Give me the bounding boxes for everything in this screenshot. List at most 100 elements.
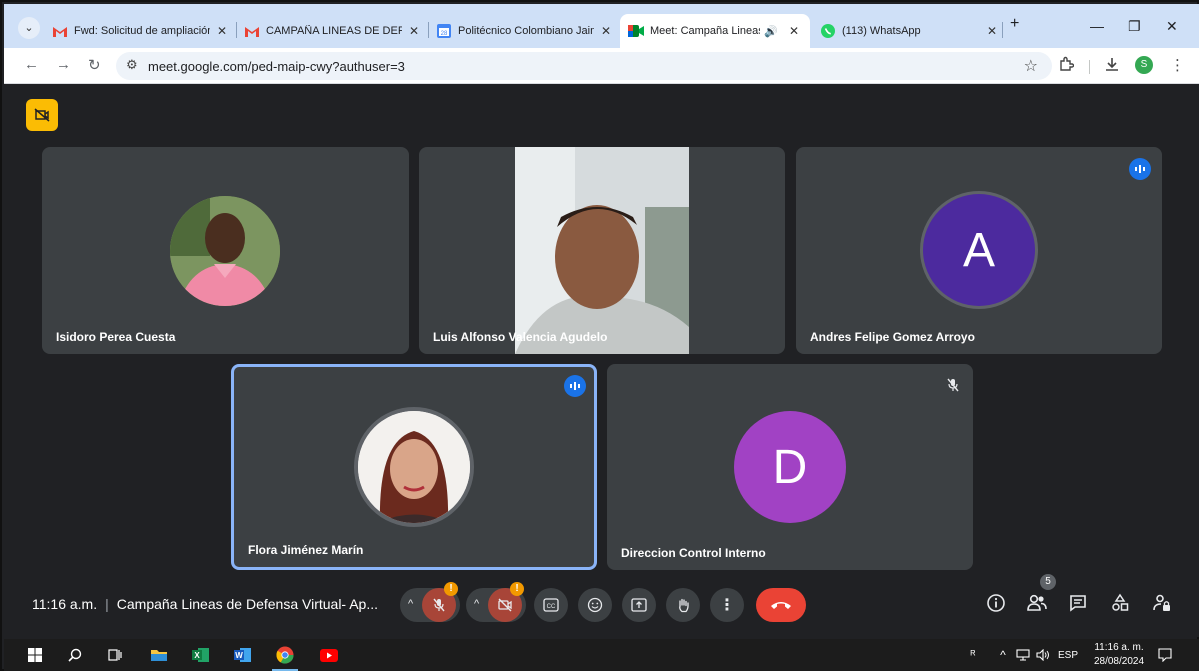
end-call-icon [771,602,791,609]
minimize-button[interactable]: — [1090,18,1104,34]
participant-tile[interactable]: Isidoro Perea Cuesta [42,147,409,354]
leave-call-button[interactable] [756,588,806,622]
close-tab-icon[interactable]: ✕ [406,24,422,38]
browser-toolbar: ← → ↻ ⚙ meet.google.com/ped-maip-cwy?aut… [4,48,1199,84]
screen: ⌄ Fwd: Solicitud de ampliación ✕ CAMPAÑA… [0,0,1199,671]
participant-name: Luis Alfonso Valencia Agudelo [433,330,608,344]
extensions-icon[interactable] [1058,56,1075,76]
mic-control-group[interactable]: ^ ! [400,582,460,622]
svg-text:CC: CC [547,604,556,610]
address-bar[interactable]: ⚙ meet.google.com/ped-maip-cwy?authuser=… [116,52,1052,80]
tab-title: (113) WhatsApp [842,25,921,37]
youtube-icon[interactable] [320,646,338,664]
meeting-info: 11:16 a.m. | Campaña Lineas de Defensa Vir… [32,596,379,612]
notifications-icon[interactable] [1156,646,1174,664]
participant-tile[interactable]: Luis Alfonso Valencia Agudelo [419,147,785,354]
svg-text:28: 28 [441,31,448,37]
hand-icon [679,598,689,613]
gmail-icon [244,23,260,39]
profile-avatar[interactable]: S [1135,56,1153,74]
info-icon [987,594,1005,612]
svg-text:W: W [235,651,243,660]
tab-gmail-campana[interactable]: CAMPAÑA LINEAS DE DEFEN ✕ [244,17,422,45]
downloads-icon[interactable] [1104,56,1120,76]
participant-photo [170,196,280,306]
chat-button[interactable] [1068,593,1088,618]
reactions-button[interactable] [578,588,612,622]
host-controls-button[interactable] [1152,593,1172,618]
input-language[interactable]: ESP [1058,650,1078,661]
close-window-button[interactable]: ✕ [1166,18,1178,35]
calendar-icon: 28 [436,23,452,39]
recording-icon[interactable] [26,99,58,131]
word-icon[interactable]: W [234,646,252,664]
raise-hand-button[interactable] [666,588,700,622]
participant-tile[interactable]: D Direccion Control Interno [607,364,973,570]
tab-title: Politécnico Colombiano Jaim [458,25,594,37]
captions-button[interactable]: CC [534,588,568,622]
tab-audio-icon[interactable]: 🔊 [764,25,778,38]
site-info-icon[interactable]: ⚙ [126,57,138,73]
meeting-controls: 11:16 a.m. | Campaña Lineas de Defensa Vir… [4,574,1199,628]
mic-off-icon [433,598,445,612]
tab-calendar-politecnico[interactable]: 28 Politécnico Colombiano Jaim ✕ [436,17,614,45]
camera-off-icon [498,598,512,612]
chrome-icon[interactable] [276,646,294,664]
excel-icon[interactable]: X [192,646,210,664]
warning-badge: ! [510,582,524,596]
lock-person-icon [1153,594,1170,611]
chevron-up-icon[interactable]: ^ [994,646,1012,664]
tab-title: Meet: Campaña Lineas d [650,25,760,37]
tab-search-button[interactable]: ⌄ [18,17,40,39]
meet-icon [628,23,644,39]
bookmark-star-icon[interactable]: ☆ [1024,56,1038,76]
windows-start-icon[interactable] [26,646,44,664]
whatsapp-icon [820,23,836,39]
taskbar-date[interactable]: 28/08/2024 [1092,656,1146,667]
tab-whatsapp[interactable]: (113) WhatsApp ✕ [820,17,1000,45]
participant-name: Flora Jiménez Marín [248,543,364,557]
more-vert-icon: ⋮ [719,597,735,614]
chat-icon [1070,595,1086,612]
activities-button[interactable] [1110,593,1130,618]
present-screen-button[interactable] [622,588,656,622]
participant-tile-active[interactable]: Flora Jiménez Marín [231,364,597,570]
emoji-icon [587,597,603,613]
people-tray-icon[interactable]: ᴿ [964,646,982,664]
gmail-icon [52,23,68,39]
participant-name: Direccion Control Interno [621,546,766,560]
participant-video [515,147,689,354]
more-options-button[interactable]: ⋮ [710,588,744,622]
close-tab-icon[interactable]: ✕ [984,24,1000,38]
meeting-details-button[interactable] [986,593,1006,618]
browser-tab-strip: ⌄ Fwd: Solicitud de ampliación ✕ CAMPAÑA… [4,4,1199,48]
task-view-icon[interactable] [106,646,124,664]
close-tab-icon[interactable]: ✕ [786,24,802,38]
people-button[interactable] [1026,593,1048,618]
chevron-up-icon[interactable]: ^ [474,598,479,610]
tab-meet[interactable]: Meet: Campaña Lineas d 🔊 ✕ [620,14,810,48]
file-explorer-icon[interactable] [150,646,168,664]
browser-menu-icon[interactable]: ⋮ [1170,56,1185,74]
participant-tile[interactable]: A Andres Felipe Gomez Arroyo [796,147,1162,354]
search-icon[interactable] [66,646,84,664]
tab-title: Fwd: Solicitud de ampliación [74,25,210,37]
chevron-up-icon[interactable]: ^ [408,598,413,610]
people-icon [1027,594,1047,611]
forward-icon[interactable]: → [56,56,71,73]
tab-title: CAMPAÑA LINEAS DE DEFEN [266,25,402,37]
reload-icon[interactable]: ↻ [88,56,101,74]
new-tab-button[interactable]: + [1010,15,1019,33]
back-icon[interactable]: ← [24,56,39,73]
restore-button[interactable]: ❐ [1128,18,1141,35]
windows-taskbar: X W ᴿ ^ ESP 11:16 a. m. 28/08/2024 [4,639,1199,671]
tab-gmail-solicitud[interactable]: Fwd: Solicitud de ampliación ✕ [52,17,230,45]
network-icon[interactable] [1014,646,1032,664]
shapes-icon [1112,593,1129,611]
volume-icon[interactable] [1034,646,1052,664]
camera-control-group[interactable]: ^ ! [466,582,526,622]
taskbar-time[interactable]: 11:16 a. m. [1092,642,1146,653]
close-tab-icon[interactable]: ✕ [598,24,614,38]
close-tab-icon[interactable]: ✕ [214,24,230,38]
mic-off-icon [942,374,964,396]
